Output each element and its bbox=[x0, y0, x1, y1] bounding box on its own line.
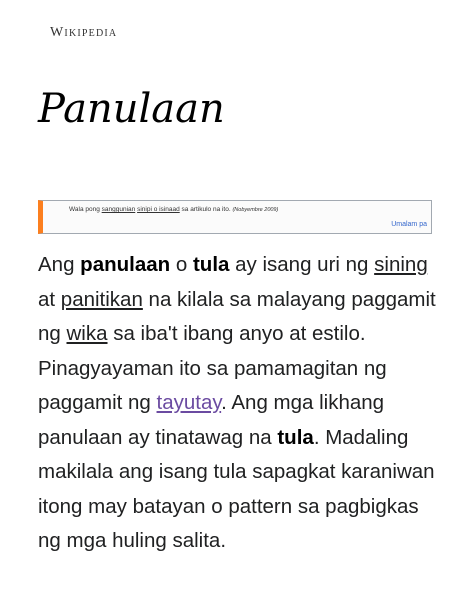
notice-text-after: sa artikulo na ito. bbox=[179, 206, 233, 213]
wikipedia-wordmark[interactable]: Wikipedia bbox=[50, 25, 117, 41]
umalam-pa-link[interactable]: Umalam pa bbox=[391, 221, 427, 228]
page-title: Panulaan bbox=[38, 86, 225, 132]
bold-term-tula-2: tula bbox=[277, 425, 314, 449]
notice-text: Wala pong sanggunian sinipi o isinaad sa… bbox=[69, 206, 278, 213]
para-text: Ang bbox=[38, 253, 81, 276]
para-text: o bbox=[170, 253, 193, 276]
notice-text-before: Wala pong bbox=[69, 206, 102, 213]
bold-term-tula: tula bbox=[192, 253, 230, 276]
para-text: at bbox=[38, 287, 61, 311]
tayutay-link[interactable]: tayutay bbox=[157, 391, 222, 414]
bold-term-panulaan: panulaan bbox=[80, 253, 171, 276]
para-text: ay isang uri ng bbox=[229, 253, 375, 276]
intro-paragraph: Ang panulaan o tula ay isang uri ng sini… bbox=[38, 248, 438, 559]
panitikan-link[interactable]: panitikan bbox=[61, 288, 143, 311]
citation-notice-box: Wala pong sanggunian sinipi o isinaad sa… bbox=[38, 200, 432, 234]
sanggunian-link[interactable]: sanggunian bbox=[102, 206, 136, 213]
sinipi-link[interactable]: sinipi o isinaad bbox=[137, 206, 180, 213]
sining-link[interactable]: sining bbox=[374, 253, 428, 276]
wika-link[interactable]: wika bbox=[67, 322, 108, 345]
notice-date: (Nobyembre 2009) bbox=[232, 207, 279, 213]
